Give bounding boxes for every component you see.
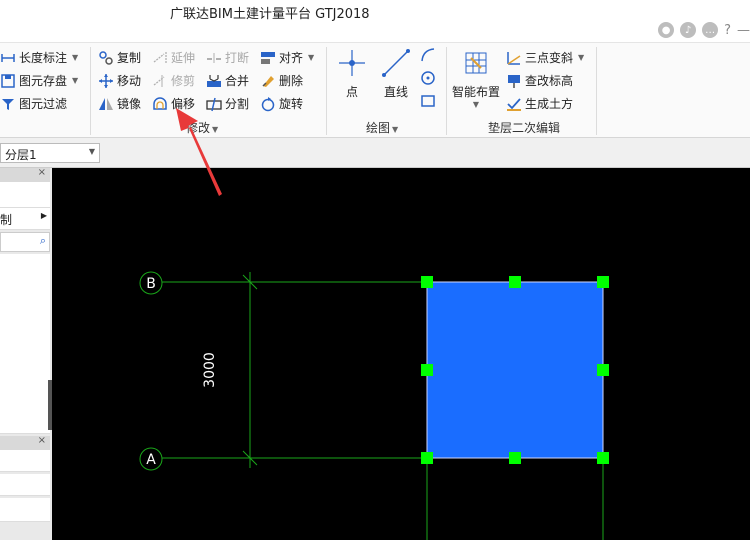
grip-point[interactable] (421, 276, 433, 288)
split-button[interactable]: 分割 (206, 95, 249, 112)
chevron-down-icon: ▼ (88, 147, 95, 156)
dimension-label: 3000 (202, 352, 218, 388)
slope-icon (506, 50, 522, 66)
save-element-button[interactable]: 图元存盘 ▼ (0, 72, 78, 89)
grip-point[interactable] (509, 276, 521, 288)
grip-point[interactable] (509, 452, 521, 464)
save-element-icon (0, 73, 16, 89)
user-icon[interactable]: ● (658, 22, 675, 38)
arc-icon (420, 47, 436, 63)
split-icon (206, 96, 222, 112)
app-title: 广联达BIM土建计量平台 GTJ2018 (170, 7, 370, 22)
axis-label-b: B (146, 276, 156, 292)
grip-point[interactable] (597, 452, 609, 464)
move-icon (98, 73, 114, 89)
minimize-icon[interactable]: — (737, 23, 750, 38)
trim-button[interactable]: 修剪 (152, 72, 195, 89)
left-panel: × 制 ▶ ⌕ × (0, 167, 52, 540)
panel-search-input[interactable]: ⌕ (0, 232, 50, 252)
title-bar: 广联达BIM土建计量平台 GTJ2018 ● ♪ … ? — (0, 0, 750, 42)
eraser-icon (260, 73, 276, 89)
ribbon-separator (90, 47, 91, 135)
merge-icon (206, 73, 222, 89)
filter-icon (0, 96, 16, 112)
draw-rectangle-button[interactable] (420, 93, 436, 109)
mirror-button[interactable]: 镜像 (98, 95, 141, 112)
smart-layout-button[interactable]: 智能布置 ▼ (452, 47, 500, 109)
close-icon[interactable]: × (38, 167, 46, 178)
merge-button[interactable]: 合并 (206, 72, 249, 89)
titlebar-icons: ● ♪ … ? — (658, 22, 750, 38)
grip-point[interactable] (597, 364, 609, 376)
panel-list (0, 254, 50, 434)
ribbon-separator (446, 47, 447, 135)
delete-button[interactable]: 删除 (260, 72, 303, 89)
break-button[interactable]: 打断 (206, 49, 249, 66)
layer-select[interactable]: 分层1 ▼ (0, 143, 100, 163)
check-elevation-button[interactable]: 查改标高 (506, 72, 573, 89)
bell-icon[interactable]: ♪ (680, 22, 697, 38)
draw-group-label[interactable]: 绘图 ▼ (366, 119, 398, 136)
cushion-group-label: 垫层二次编辑 (488, 121, 561, 135)
circle-icon (420, 70, 436, 86)
offset-icon (152, 96, 168, 112)
selected-cushion-element[interactable] (426, 281, 604, 459)
extend-button[interactable]: 延伸 (152, 49, 195, 66)
three-point-slope-button[interactable]: 三点变斜 ▼ (506, 49, 584, 66)
extend-icon (152, 50, 168, 66)
align-icon (260, 50, 276, 66)
dimension-length-button[interactable]: 长度标注 ▼ (0, 49, 78, 66)
offset-button[interactable]: 偏移 (152, 95, 195, 112)
mirror-icon (98, 96, 114, 112)
point-icon (336, 47, 368, 79)
copy-button[interactable]: 复制 (98, 49, 141, 66)
draw-line-button[interactable]: 直线 (380, 47, 412, 100)
move-button[interactable]: 移动 (98, 72, 141, 89)
grip-point[interactable] (421, 452, 433, 464)
elevation-icon (506, 73, 522, 89)
draw-point-button[interactable]: 点 (336, 47, 368, 100)
smart-layout-icon (460, 47, 492, 79)
panel-row (0, 450, 50, 472)
line-icon (380, 47, 412, 79)
break-icon (206, 50, 222, 66)
close-icon[interactable]: × (38, 435, 46, 446)
grip-point[interactable] (597, 276, 609, 288)
search-icon: ⌕ (39, 234, 46, 247)
ribbon: 长度标注 ▼ 图元存盘 ▼ 图元过滤 复制 延伸 打断 对齐 ▼ 移动 修剪 合并 删… (0, 42, 750, 138)
panel-row (0, 182, 50, 208)
panel-header: × (0, 435, 50, 450)
panel-header: × (0, 167, 50, 182)
canvas-svg: B A 3000 (139, 271, 609, 540)
panel-tree-row[interactable]: 制 ▶ (0, 208, 50, 230)
rotate-button[interactable]: 旋转 (260, 95, 303, 112)
modify-group-label[interactable]: 修改 ▼ (186, 119, 218, 136)
trim-icon (152, 73, 168, 89)
copy-icon (98, 50, 114, 66)
layer-toolbar: 分层1 ▼ (0, 138, 750, 168)
generate-earthwork-button[interactable]: 生成土方 (506, 95, 573, 112)
axis-bubble-b[interactable]: B (139, 271, 163, 295)
rectangle-icon (420, 93, 436, 109)
chat-icon[interactable]: … (702, 22, 719, 38)
draw-circle-button[interactable] (420, 70, 436, 86)
rotate-icon (260, 96, 276, 112)
draw-arc-button[interactable] (420, 47, 436, 63)
earthwork-icon (506, 96, 522, 112)
ribbon-separator (326, 47, 327, 135)
element-filter-button[interactable]: 图元过滤 (0, 95, 67, 112)
ribbon-separator (596, 47, 597, 135)
axis-bubble-a[interactable]: A (139, 447, 163, 471)
grip-point[interactable] (421, 364, 433, 376)
axis-label-a: A (146, 452, 156, 468)
panel-row (0, 474, 50, 496)
chevron-right-icon: ▶ (40, 211, 47, 220)
help-icon[interactable]: ? (724, 23, 731, 38)
dimension-icon (0, 50, 16, 66)
panel-row (0, 498, 50, 522)
align-button[interactable]: 对齐 ▼ (260, 49, 314, 66)
drawing-canvas[interactable]: B A 3000 (52, 168, 750, 540)
